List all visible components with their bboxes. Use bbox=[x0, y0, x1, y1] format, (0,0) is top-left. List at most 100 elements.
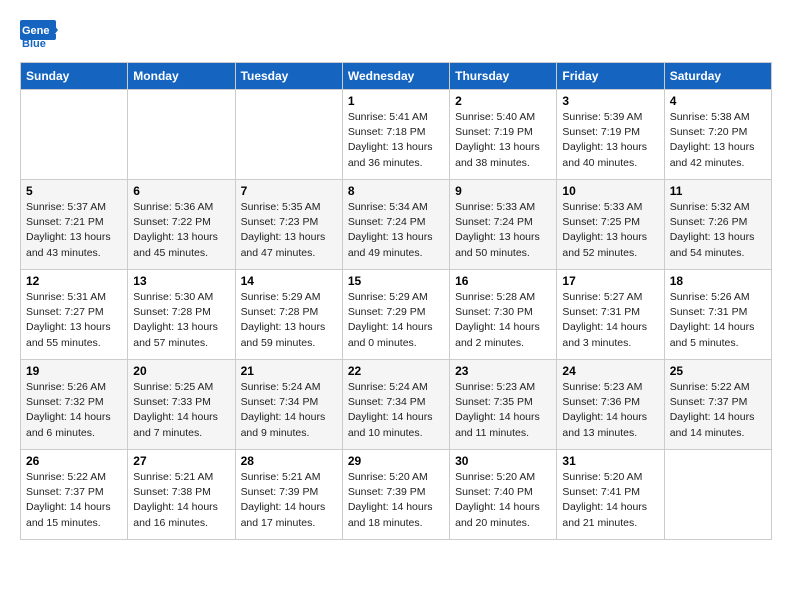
weekday-saturday: Saturday bbox=[664, 63, 771, 90]
day-info: Sunrise: 5:22 AMSunset: 7:37 PMDaylight:… bbox=[670, 380, 766, 441]
day-info: Sunrise: 5:37 AMSunset: 7:21 PMDaylight:… bbox=[26, 200, 122, 261]
day-info: Sunrise: 5:23 AMSunset: 7:36 PMDaylight:… bbox=[562, 380, 658, 441]
day-info: Sunrise: 5:38 AMSunset: 7:20 PMDaylight:… bbox=[670, 110, 766, 171]
day-number: 22 bbox=[348, 364, 444, 378]
day-number: 16 bbox=[455, 274, 551, 288]
calendar-cell: 10 Sunrise: 5:33 AMSunset: 7:25 PMDayligh… bbox=[557, 180, 664, 270]
day-info: Sunrise: 5:28 AMSunset: 7:30 PMDaylight:… bbox=[455, 290, 551, 351]
day-number: 14 bbox=[241, 274, 337, 288]
calendar-cell: 22 Sunrise: 5:24 AMSunset: 7:34 PMDayligh… bbox=[342, 360, 449, 450]
day-info: Sunrise: 5:22 AMSunset: 7:37 PMDaylight:… bbox=[26, 470, 122, 531]
day-number: 11 bbox=[670, 184, 766, 198]
day-info: Sunrise: 5:25 AMSunset: 7:33 PMDaylight:… bbox=[133, 380, 229, 441]
calendar-cell: 2Sunrise: 5:40 AMSunset: 7:19 PMDaylight… bbox=[450, 90, 557, 180]
weekday-wednesday: Wednesday bbox=[342, 63, 449, 90]
day-number: 23 bbox=[455, 364, 551, 378]
day-number: 3 bbox=[562, 94, 658, 108]
calendar-cell: 23 Sunrise: 5:23 AMSunset: 7:35 PMDayligh… bbox=[450, 360, 557, 450]
day-info: Sunrise: 5:35 AMSunset: 7:23 PMDaylight:… bbox=[241, 200, 337, 261]
day-info: Sunrise: 5:39 AMSunset: 7:19 PMDaylight:… bbox=[562, 110, 658, 171]
day-number: 10 bbox=[562, 184, 658, 198]
calendar-week-4: 19 Sunrise: 5:26 AMSunset: 7:32 PMDayligh… bbox=[21, 360, 772, 450]
day-number: 28 bbox=[241, 454, 337, 468]
calendar-cell: 11 Sunrise: 5:32 AMSunset: 7:26 PMDayligh… bbox=[664, 180, 771, 270]
calendar-cell: 25Sunrise: 5:22 AMSunset: 7:37 PMDayligh… bbox=[664, 360, 771, 450]
calendar-cell: 21 Sunrise: 5:24 AMSunset: 7:34 PMDayligh… bbox=[235, 360, 342, 450]
day-number: 17 bbox=[562, 274, 658, 288]
day-info: Sunrise: 5:32 AMSunset: 7:26 PMDaylight:… bbox=[670, 200, 766, 261]
weekday-monday: Monday bbox=[128, 63, 235, 90]
day-info: Sunrise: 5:26 AMSunset: 7:32 PMDaylight:… bbox=[26, 380, 122, 441]
calendar-week-2: 5Sunrise: 5:37 AMSunset: 7:21 PMDaylight… bbox=[21, 180, 772, 270]
day-info: Sunrise: 5:33 AMSunset: 7:25 PMDaylight:… bbox=[562, 200, 658, 261]
calendar-cell: 13 Sunrise: 5:30 AMSunset: 7:28 PMDayligh… bbox=[128, 270, 235, 360]
day-number: 26 bbox=[26, 454, 122, 468]
day-info: Sunrise: 5:21 AMSunset: 7:39 PMDaylight:… bbox=[241, 470, 337, 531]
day-number: 21 bbox=[241, 364, 337, 378]
logo-icon: General Blue bbox=[20, 20, 58, 50]
calendar-cell bbox=[235, 90, 342, 180]
calendar-cell: 3 Sunrise: 5:39 AMSunset: 7:19 PMDaylight… bbox=[557, 90, 664, 180]
day-info: Sunrise: 5:24 AMSunset: 7:34 PMDaylight:… bbox=[241, 380, 337, 441]
logo: General Blue bbox=[20, 20, 58, 52]
weekday-sunday: Sunday bbox=[21, 63, 128, 90]
day-number: 6 bbox=[133, 184, 229, 198]
day-number: 4 bbox=[670, 94, 766, 108]
calendar-cell: 17 Sunrise: 5:27 AMSunset: 7:31 PMDayligh… bbox=[557, 270, 664, 360]
day-info: Sunrise: 5:24 AMSunset: 7:34 PMDaylight:… bbox=[348, 380, 444, 441]
calendar-week-3: 12 Sunrise: 5:31 AMSunset: 7:27 PMDayligh… bbox=[21, 270, 772, 360]
day-number: 31 bbox=[562, 454, 658, 468]
day-number: 12 bbox=[26, 274, 122, 288]
day-number: 19 bbox=[26, 364, 122, 378]
weekday-header-row: SundayMondayTuesdayWednesdayThursdayFrid… bbox=[21, 63, 772, 90]
weekday-tuesday: Tuesday bbox=[235, 63, 342, 90]
calendar-cell: 9Sunrise: 5:33 AMSunset: 7:24 PMDaylight… bbox=[450, 180, 557, 270]
calendar-week-5: 26 Sunrise: 5:22 AMSunset: 7:37 PMDayligh… bbox=[21, 450, 772, 540]
calendar-week-1: 1 Sunrise: 5:41 AMSunset: 7:18 PMDaylight… bbox=[21, 90, 772, 180]
day-number: 29 bbox=[348, 454, 444, 468]
calendar-cell: 26 Sunrise: 5:22 AMSunset: 7:37 PMDayligh… bbox=[21, 450, 128, 540]
day-number: 24 bbox=[562, 364, 658, 378]
day-number: 7 bbox=[241, 184, 337, 198]
day-info: Sunrise: 5:23 AMSunset: 7:35 PMDaylight:… bbox=[455, 380, 551, 441]
calendar-cell: 12 Sunrise: 5:31 AMSunset: 7:27 PMDayligh… bbox=[21, 270, 128, 360]
calendar-cell: 16 Sunrise: 5:28 AMSunset: 7:30 PMDayligh… bbox=[450, 270, 557, 360]
day-info: Sunrise: 5:41 AMSunset: 7:18 PMDaylight:… bbox=[348, 110, 444, 171]
day-number: 27 bbox=[133, 454, 229, 468]
calendar-cell: 31Sunrise: 5:20 AMSunset: 7:41 PMDayligh… bbox=[557, 450, 664, 540]
day-info: Sunrise: 5:20 AMSunset: 7:40 PMDaylight:… bbox=[455, 470, 551, 531]
calendar-cell: 7 Sunrise: 5:35 AMSunset: 7:23 PMDaylight… bbox=[235, 180, 342, 270]
weekday-thursday: Thursday bbox=[450, 63, 557, 90]
day-info: Sunrise: 5:40 AMSunset: 7:19 PMDaylight:… bbox=[455, 110, 551, 171]
calendar-cell bbox=[664, 450, 771, 540]
calendar-cell: 4 Sunrise: 5:38 AMSunset: 7:20 PMDaylight… bbox=[664, 90, 771, 180]
calendar-cell: 29 Sunrise: 5:20 AMSunset: 7:39 PMDayligh… bbox=[342, 450, 449, 540]
calendar-cell: 5Sunrise: 5:37 AMSunset: 7:21 PMDaylight… bbox=[21, 180, 128, 270]
day-number: 9 bbox=[455, 184, 551, 198]
day-number: 20 bbox=[133, 364, 229, 378]
day-info: Sunrise: 5:29 AMSunset: 7:28 PMDaylight:… bbox=[241, 290, 337, 351]
page-header: General Blue bbox=[20, 20, 772, 52]
calendar-cell: 8Sunrise: 5:34 AMSunset: 7:24 PMDaylight… bbox=[342, 180, 449, 270]
day-info: Sunrise: 5:27 AMSunset: 7:31 PMDaylight:… bbox=[562, 290, 658, 351]
day-info: Sunrise: 5:31 AMSunset: 7:27 PMDaylight:… bbox=[26, 290, 122, 351]
day-number: 18 bbox=[670, 274, 766, 288]
day-number: 15 bbox=[348, 274, 444, 288]
day-info: Sunrise: 5:20 AMSunset: 7:39 PMDaylight:… bbox=[348, 470, 444, 531]
calendar-cell bbox=[128, 90, 235, 180]
day-info: Sunrise: 5:30 AMSunset: 7:28 PMDaylight:… bbox=[133, 290, 229, 351]
calendar-cell: 18Sunrise: 5:26 AMSunset: 7:31 PMDayligh… bbox=[664, 270, 771, 360]
day-number: 1 bbox=[348, 94, 444, 108]
calendar-cell: 24 Sunrise: 5:23 AMSunset: 7:36 PMDayligh… bbox=[557, 360, 664, 450]
calendar-cell: 15 Sunrise: 5:29 AMSunset: 7:29 PMDayligh… bbox=[342, 270, 449, 360]
calendar-table: SundayMondayTuesdayWednesdayThursdayFrid… bbox=[20, 62, 772, 540]
day-info: Sunrise: 5:21 AMSunset: 7:38 PMDaylight:… bbox=[133, 470, 229, 531]
day-number: 30 bbox=[455, 454, 551, 468]
day-info: Sunrise: 5:34 AMSunset: 7:24 PMDaylight:… bbox=[348, 200, 444, 261]
calendar-cell: 1 Sunrise: 5:41 AMSunset: 7:18 PMDaylight… bbox=[342, 90, 449, 180]
calendar-cell: 30 Sunrise: 5:20 AMSunset: 7:40 PMDayligh… bbox=[450, 450, 557, 540]
day-info: Sunrise: 5:29 AMSunset: 7:29 PMDaylight:… bbox=[348, 290, 444, 351]
calendar-cell: 14 Sunrise: 5:29 AMSunset: 7:28 PMDayligh… bbox=[235, 270, 342, 360]
calendar-cell: 27 Sunrise: 5:21 AMSunset: 7:38 PMDayligh… bbox=[128, 450, 235, 540]
day-number: 13 bbox=[133, 274, 229, 288]
